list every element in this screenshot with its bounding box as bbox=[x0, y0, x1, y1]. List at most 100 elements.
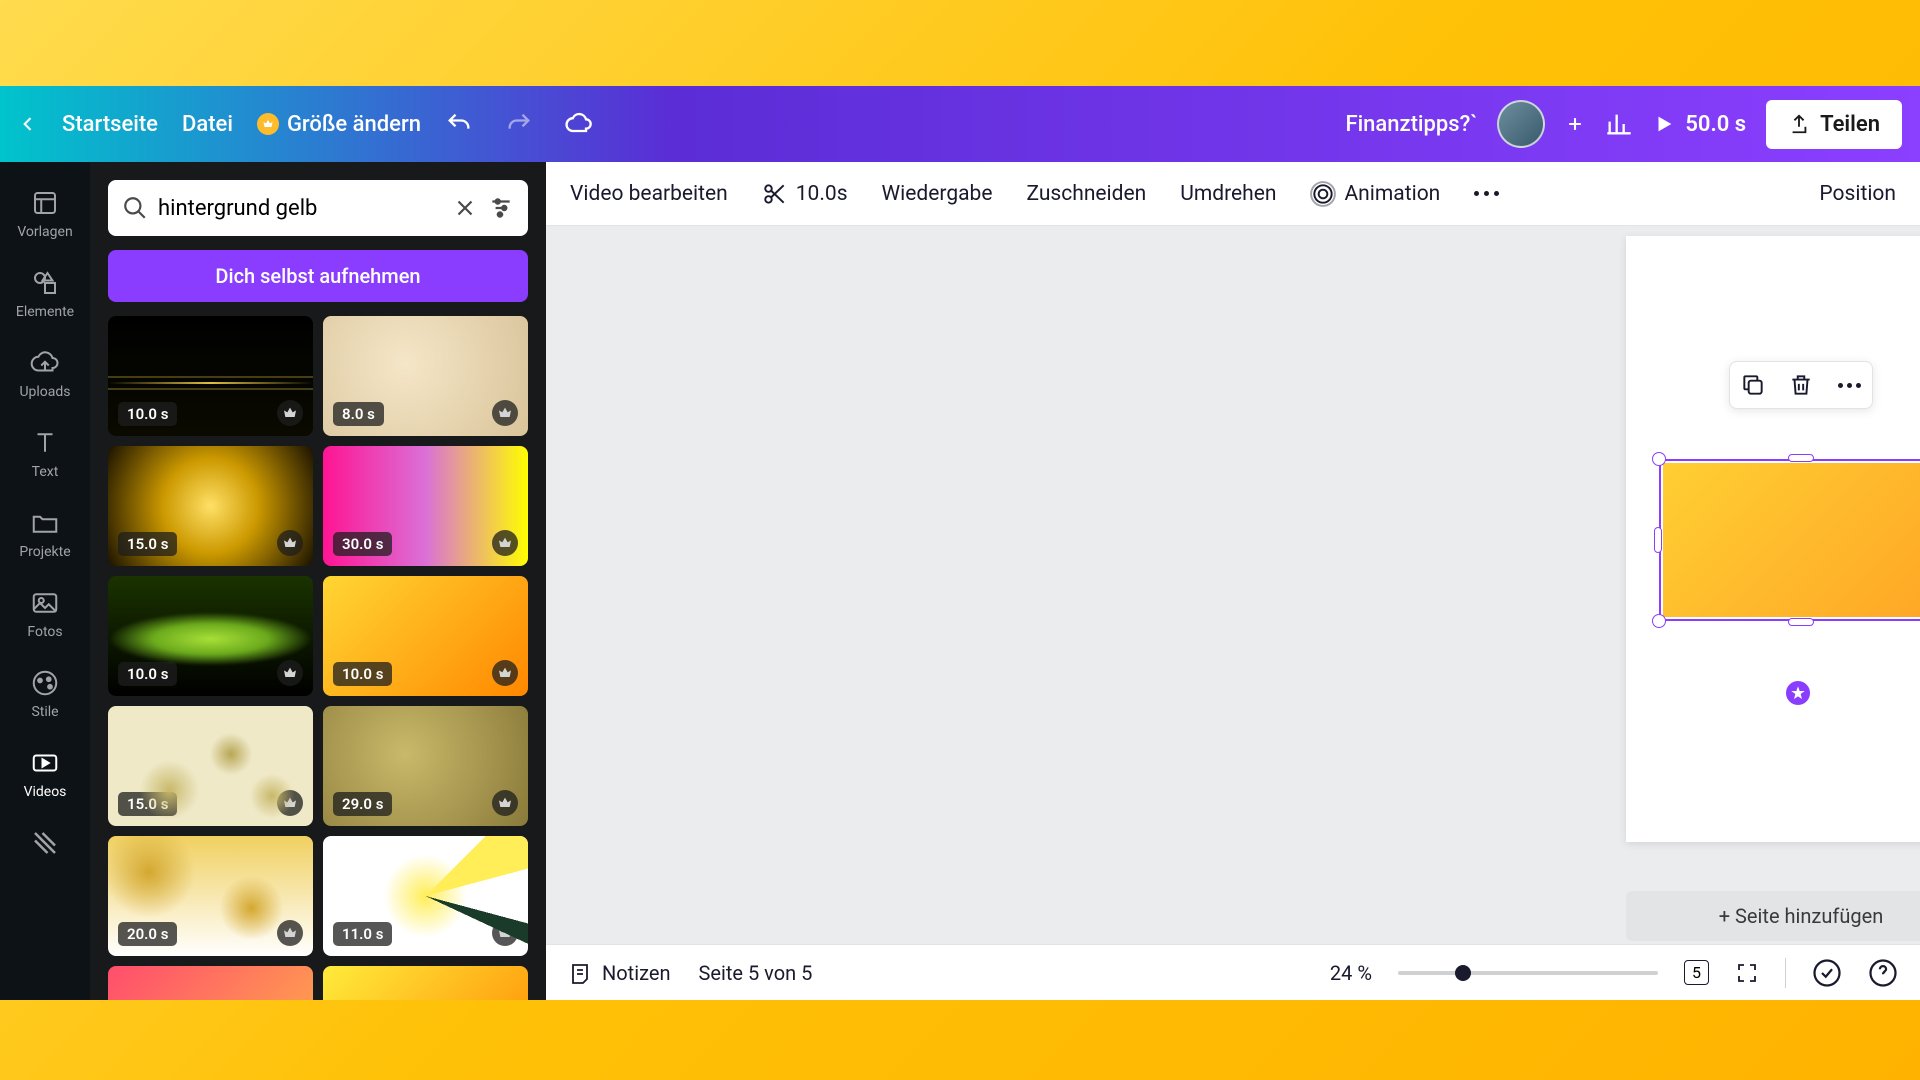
rail-elements[interactable]: Elemente bbox=[0, 254, 90, 334]
rail-photos-label: Fotos bbox=[27, 624, 62, 640]
present-button[interactable]: 50.0 s bbox=[1653, 112, 1746, 137]
thumb-duration: 10.0 s bbox=[118, 402, 177, 426]
rail-elements-label: Elemente bbox=[16, 304, 74, 320]
rail-styles[interactable]: Stile bbox=[0, 654, 90, 734]
filter-icon[interactable] bbox=[488, 195, 514, 221]
crown-icon bbox=[277, 920, 303, 946]
animation-button[interactable]: Animation bbox=[1310, 181, 1440, 207]
resize-handle-tl[interactable] bbox=[1652, 452, 1666, 466]
share-button[interactable]: Teilen bbox=[1766, 100, 1902, 149]
cloud-sync-icon[interactable] bbox=[565, 110, 593, 138]
add-member-icon[interactable] bbox=[1565, 114, 1585, 134]
duplicate-button[interactable] bbox=[1738, 370, 1768, 400]
crown-icon bbox=[492, 920, 518, 946]
animation-label: Animation bbox=[1344, 182, 1440, 206]
crown-icon bbox=[277, 660, 303, 686]
rail-projects-label: Projekte bbox=[19, 544, 70, 560]
video-thumb[interactable]: 20.0 s bbox=[108, 836, 313, 956]
present-duration: 50.0 s bbox=[1685, 112, 1746, 137]
help-icon[interactable] bbox=[1868, 958, 1898, 988]
element-more-button[interactable] bbox=[1834, 370, 1864, 400]
crown-icon bbox=[492, 660, 518, 686]
resize-handle-bottom[interactable] bbox=[1788, 618, 1814, 626]
record-yourself-button[interactable]: Dich selbst aufnehmen bbox=[108, 250, 528, 302]
scissors-icon bbox=[762, 181, 788, 207]
undo-icon[interactable] bbox=[445, 110, 473, 138]
rail-templates[interactable]: Vorlagen bbox=[0, 174, 90, 254]
insights-icon[interactable] bbox=[1605, 110, 1633, 138]
file-menu[interactable]: Datei bbox=[182, 112, 233, 137]
rail-uploads[interactable]: Uploads bbox=[0, 334, 90, 414]
rail-text[interactable]: Text bbox=[0, 414, 90, 494]
selected-element[interactable] bbox=[1659, 459, 1920, 621]
bottom-bar: Notizen Seite 5 von 5 24 % 5 bbox=[546, 944, 1920, 1000]
page-indicator[interactable]: Seite 5 von 5 bbox=[699, 961, 813, 985]
nav-rail: Vorlagen Elemente Uploads Text Projekte … bbox=[0, 162, 90, 1000]
avatar[interactable] bbox=[1497, 100, 1545, 148]
video-thumb[interactable]: 11.0 s bbox=[323, 836, 528, 956]
header-history-icons bbox=[445, 110, 593, 138]
delete-button[interactable] bbox=[1786, 370, 1816, 400]
checkmark-circle-icon[interactable] bbox=[1812, 958, 1842, 988]
crown-icon bbox=[492, 400, 518, 426]
zoom-slider[interactable] bbox=[1398, 971, 1658, 975]
rail-photos[interactable]: Fotos bbox=[0, 574, 90, 654]
crop-button[interactable]: Zuschneiden bbox=[1026, 182, 1146, 206]
crown-icon bbox=[492, 530, 518, 556]
video-thumb[interactable]: 29.0 s bbox=[323, 706, 528, 826]
crown-icon bbox=[492, 790, 518, 816]
project-name[interactable]: Finanztipps?` bbox=[1345, 112, 1477, 137]
video-thumb[interactable]: 15.0 s bbox=[108, 446, 313, 566]
redo-icon[interactable] bbox=[505, 110, 533, 138]
thumb-duration: 11.0 s bbox=[333, 922, 392, 946]
crown-icon bbox=[277, 790, 303, 816]
video-thumb[interactable]: 10.0 s bbox=[323, 576, 528, 696]
search-bar bbox=[108, 180, 528, 236]
resize-handle-top[interactable] bbox=[1788, 454, 1814, 462]
thumb-duration: 20.0 s bbox=[118, 922, 177, 946]
fullscreen-icon[interactable] bbox=[1735, 961, 1759, 985]
rail-text-label: Text bbox=[32, 464, 59, 480]
video-thumb[interactable]: 10.0 s bbox=[108, 316, 313, 436]
search-icon bbox=[122, 195, 148, 221]
back-chevron-icon[interactable] bbox=[18, 114, 38, 134]
video-thumb[interactable] bbox=[323, 966, 528, 1000]
resize-handle-left[interactable] bbox=[1654, 527, 1662, 553]
resize-button[interactable]: Größe ändern bbox=[257, 112, 421, 137]
resize-handle-bl[interactable] bbox=[1652, 614, 1666, 628]
header-left: Startseite Datei Größe ändern bbox=[18, 110, 1321, 138]
playback-button[interactable]: Wiedergabe bbox=[882, 182, 993, 206]
thumb-duration: 15.0 s bbox=[118, 792, 177, 816]
video-thumb[interactable]: 8.0 s bbox=[323, 316, 528, 436]
notes-button[interactable]: Notizen bbox=[568, 961, 671, 985]
add-page-button[interactable]: + Seite hinzufügen bbox=[1626, 891, 1920, 941]
video-thumb[interactable]: 10.0 s bbox=[108, 576, 313, 696]
zoom-percent[interactable]: 24 % bbox=[1330, 961, 1372, 985]
search-input[interactable] bbox=[158, 196, 442, 221]
thumb-duration: 8.0 s bbox=[333, 402, 384, 426]
video-thumb[interactable]: 15.0 s bbox=[108, 706, 313, 826]
clear-search-icon[interactable] bbox=[452, 195, 478, 221]
edit-video-button[interactable]: Video bearbeiten bbox=[570, 182, 728, 206]
zoom-slider-knob[interactable] bbox=[1455, 965, 1471, 981]
more-options-button[interactable] bbox=[1474, 191, 1506, 196]
floating-element-toolbar bbox=[1729, 361, 1873, 409]
page-count-badge[interactable]: 5 bbox=[1684, 960, 1709, 985]
separator bbox=[1785, 958, 1786, 988]
rail-videos-label: Videos bbox=[24, 784, 67, 800]
rail-more[interactable] bbox=[0, 814, 90, 872]
app-frame: Startseite Datei Größe ändern Finanztipp… bbox=[0, 86, 1920, 1000]
collaborator-cursor bbox=[1784, 679, 1812, 707]
home-link[interactable]: Startseite bbox=[62, 112, 158, 137]
flip-button[interactable]: Umdrehen bbox=[1180, 182, 1276, 206]
position-button[interactable]: Position bbox=[1819, 182, 1896, 206]
rail-videos[interactable]: Videos bbox=[0, 734, 90, 814]
thumb-duration: 10.0 s bbox=[333, 662, 392, 686]
thumb-duration: 15.0 s bbox=[118, 532, 177, 556]
bottom-right-controls: 24 % 5 bbox=[1330, 958, 1898, 988]
video-thumb[interactable] bbox=[108, 966, 313, 1000]
stage[interactable]: + Seite hinzufügen bbox=[546, 226, 1920, 944]
rail-projects[interactable]: Projekte bbox=[0, 494, 90, 574]
video-thumb[interactable]: 30.0 s bbox=[323, 446, 528, 566]
clip-duration-button[interactable]: 10.0s bbox=[762, 181, 848, 207]
